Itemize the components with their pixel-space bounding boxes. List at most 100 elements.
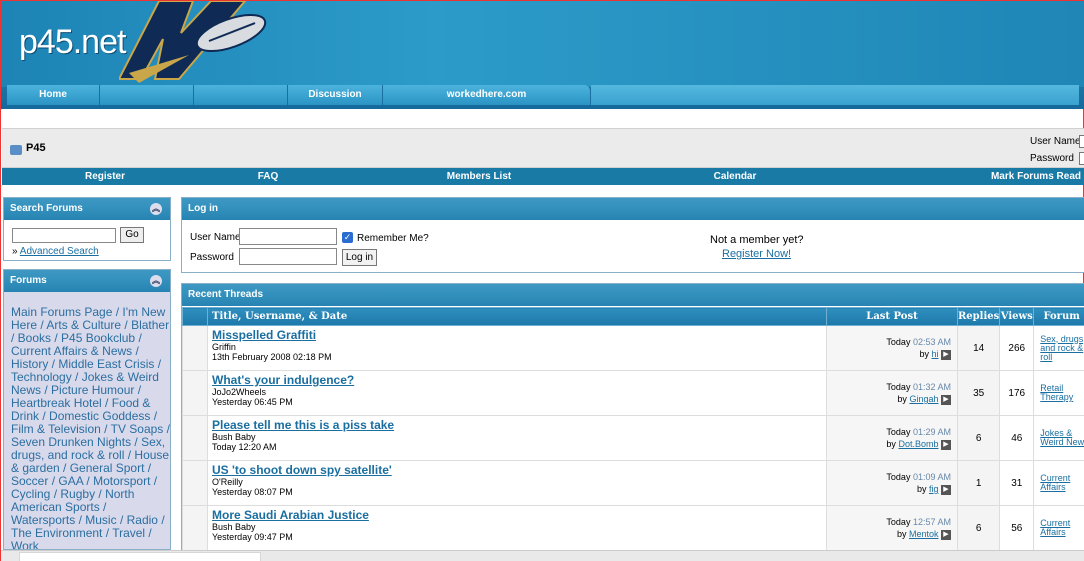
last-post-user-link[interactable]: Gingah [909, 394, 938, 404]
search-input[interactable] [12, 228, 116, 243]
navbar-mark-forums-read[interactable]: Mark Forums Read [840, 168, 1084, 185]
go-to-last-post-icon[interactable]: ▶ [941, 484, 951, 495]
forum-link[interactable]: Music [85, 513, 116, 527]
forum-link[interactable]: General Sport [70, 461, 145, 475]
last-post-user-link[interactable]: Dot.Bomb [898, 439, 938, 449]
collapse-icon[interactable]: ︽ [150, 203, 162, 215]
quick-login-password-input[interactable] [1079, 152, 1084, 165]
main-navbar: Register FAQ Members List Calendar Mark … [2, 168, 1084, 185]
page-title[interactable]: P45 [26, 142, 46, 154]
views-column-header[interactable]: Views [999, 307, 1035, 326]
forum-link[interactable]: Current Affairs [1040, 473, 1070, 492]
last-post-by-label: by [897, 394, 907, 404]
forum-separator: / [150, 409, 158, 423]
last-post-user-link[interactable]: Mentok [909, 529, 939, 539]
go-to-last-post-icon[interactable]: ▶ [941, 439, 951, 450]
forum-column-header[interactable]: Forum [1033, 307, 1084, 326]
forum-separator: / [99, 500, 107, 514]
username-input[interactable] [239, 228, 337, 245]
password-input[interactable] [239, 248, 337, 265]
forum-cell: Jokes & Weird News [1033, 415, 1084, 461]
replies-count: 6 [956, 505, 1001, 551]
last-post-by-row: by Gingah ▶ [827, 393, 951, 405]
forum-separator: / [154, 357, 162, 371]
register-now-link[interactable]: Register Now! [722, 248, 791, 260]
forum-link[interactable]: Motorsport [93, 474, 150, 488]
last-post-user-link[interactable]: hi [931, 349, 938, 359]
forum-link[interactable]: Arts & Culture [46, 318, 121, 332]
advanced-search-link[interactable]: Advanced Search [20, 246, 99, 257]
quick-login-username-input[interactable] [1079, 135, 1084, 148]
forum-link[interactable]: Blather [131, 318, 169, 332]
topnav-discussion[interactable]: Discussion [288, 85, 383, 105]
forum-list: Main Forums Page / I'm New Here / Arts &… [11, 305, 170, 550]
site-logo[interactable]: p45.net [19, 23, 126, 62]
title-column-header[interactable]: Title, Username, & Date [207, 307, 827, 326]
topnav-home[interactable]: Home [7, 85, 100, 105]
last-post-by-row: by fig ▶ [827, 483, 951, 495]
last-post-column-header[interactable]: Last Post [826, 307, 958, 326]
topnav-workedhere[interactable]: workedhere.com [383, 85, 591, 105]
navbar-calendar[interactable]: Calendar [630, 168, 840, 185]
navbar-faq[interactable]: FAQ [208, 168, 328, 185]
forum-link[interactable]: Seven Drunken Nights [11, 435, 131, 449]
taskbar-search-field[interactable] [19, 552, 261, 561]
forum-link[interactable]: P45 Bookclub [61, 331, 135, 345]
forum-link[interactable]: Technology [11, 370, 72, 384]
replies-count: 6 [956, 415, 1001, 461]
forum-link[interactable]: Books [18, 331, 51, 345]
last-post-cell: Today 01:29 AM by Dot.Bomb ▶ [826, 415, 958, 461]
search-forums-title: Search Forums [10, 203, 83, 214]
forum-link[interactable]: Work [11, 539, 39, 550]
forum-link[interactable]: Picture Humour [51, 383, 134, 397]
forum-link[interactable]: Current Affairs [1040, 518, 1070, 537]
forum-link[interactable]: Main Forums Page [11, 305, 112, 319]
thread-title-link[interactable]: US 'to shoot down spy satellite' [212, 463, 826, 477]
forum-link[interactable]: Soccer [11, 474, 48, 488]
views-count: 46 [999, 415, 1035, 461]
forum-link[interactable]: Domestic Goddess [49, 409, 150, 423]
last-post-time: 01:29 AM [912, 427, 951, 437]
go-to-last-post-icon[interactable]: ▶ [941, 349, 951, 360]
forum-link[interactable]: Film & Television [11, 422, 101, 436]
search-go-button[interactable]: Go [120, 227, 144, 243]
forum-link[interactable]: Travel [112, 526, 145, 540]
forum-link[interactable]: Jokes & Weird News [1040, 428, 1084, 447]
topnav-blank-1[interactable] [100, 85, 194, 105]
last-post-user-link[interactable]: fig [929, 484, 939, 494]
login-header: Log in [182, 198, 1084, 220]
forum-separator: / [83, 474, 94, 488]
forum-link[interactable]: TV Soaps [111, 422, 164, 436]
forum-link[interactable]: Retail Therapy [1040, 383, 1073, 402]
go-to-last-post-icon[interactable]: ▶ [941, 529, 951, 540]
login-button[interactable]: Log in [342, 249, 377, 266]
forum-link[interactable]: History [11, 357, 48, 371]
thread-title-link[interactable]: More Saudi Arabian Justice [212, 508, 826, 522]
forum-link[interactable]: Current Affairs & News [11, 344, 132, 358]
topnav-blank-2[interactable] [194, 85, 288, 105]
thread-title-link[interactable]: Misspelled Graffiti [212, 328, 826, 342]
forum-link[interactable]: GAA [58, 474, 83, 488]
forum-link[interactable]: Middle East Crisis [58, 357, 154, 371]
forum-link[interactable]: Sex, drugs, and rock & roll [1040, 334, 1084, 362]
navbar-members-list[interactable]: Members List [328, 168, 630, 185]
forum-separator: / [163, 422, 170, 436]
replies-column-header[interactable]: Replies [956, 307, 1001, 326]
thread-title-link[interactable]: Please tell me this is a piss take [212, 418, 826, 432]
go-to-last-post-icon[interactable]: ▶ [941, 394, 951, 405]
forum-link[interactable]: The Environment [11, 526, 102, 540]
collapse-icon[interactable]: ︽ [150, 275, 162, 287]
forum-link[interactable]: Radio [127, 513, 158, 527]
thread-status-icon [182, 325, 208, 371]
table-row: Misspelled Graffiti Griffin 13th February … [182, 325, 1084, 371]
forum-link[interactable]: Watersports [11, 513, 75, 527]
last-post-by-row: by Mentok ▶ [827, 528, 951, 540]
forum-link[interactable]: Cycling [11, 487, 50, 501]
thread-title-link[interactable]: What's your indulgence? [212, 373, 826, 387]
forum-link[interactable]: Heartbreak Hotel [11, 396, 102, 410]
last-post-time: 02:53 AM [912, 337, 951, 347]
remember-me-checkbox[interactable]: ✓ [342, 232, 353, 243]
forum-separator: / [132, 344, 139, 358]
navbar-register[interactable]: Register [2, 168, 208, 185]
forum-link[interactable]: Rugby [60, 487, 95, 501]
